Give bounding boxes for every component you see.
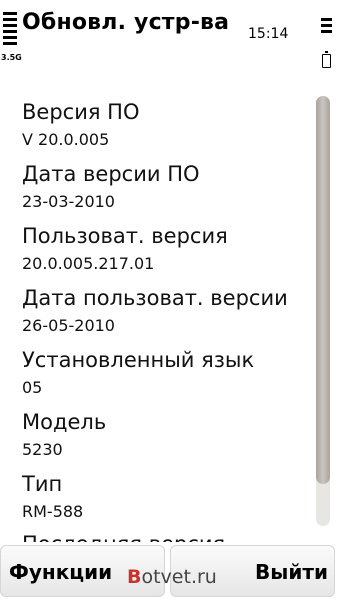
item-label: Версия ПО	[22, 100, 140, 124]
item-value: 26-05-2010	[22, 316, 115, 335]
item-value: 20.0.005.217.01	[22, 254, 155, 273]
list-item-type: Тип RM-588	[22, 472, 83, 522]
item-value: RM-588	[22, 502, 84, 521]
item-label: Последняя версия	[22, 532, 225, 542]
item-label: Установленный язык	[22, 348, 255, 372]
item-label: Дата пользоват. версии	[22, 286, 288, 310]
item-label: Дата версии ПО	[22, 162, 200, 186]
list-item-custom-version-date: Дата пользоват. версии 26-05-2010	[22, 286, 288, 336]
battery-level-icon	[321, 18, 332, 38]
list-item-model: Модель 5230	[22, 410, 106, 460]
list-item-software-date: Дата версии ПО 23-03-2010	[22, 162, 200, 212]
clock: 15:14	[248, 26, 289, 42]
item-value: 05	[22, 378, 43, 397]
item-label: Пользоват. версия	[22, 224, 228, 248]
item-value: 5230	[22, 440, 63, 459]
scrollbar-thumb[interactable]	[316, 96, 330, 484]
list-item-latest-version: Последняя версия	[22, 532, 225, 542]
list-item-language: Установленный язык 05	[22, 348, 254, 398]
list-item-custom-version: Пользоват. версия 20.0.005.217.01	[22, 224, 228, 274]
item-value: V 20.0.005	[22, 130, 110, 149]
info-list[interactable]: Версия ПО V 20.0.005 Дата версии ПО 23-0…	[0, 80, 337, 542]
signal-strength-icon	[3, 12, 17, 52]
list-item-software-version: Версия ПО V 20.0.005	[22, 100, 139, 150]
item-label: Тип	[22, 472, 63, 496]
item-label: Модель	[22, 410, 107, 434]
watermark: Botvet.ru	[127, 566, 217, 588]
battery-icon	[322, 51, 331, 68]
network-type-label: 3.5G	[1, 53, 22, 62]
status-bar: 3.5G Обновл. устр-ва 15:14	[0, 0, 337, 80]
item-value: 23-03-2010	[22, 192, 115, 211]
page-title: Обновл. устр-ва	[22, 10, 230, 35]
